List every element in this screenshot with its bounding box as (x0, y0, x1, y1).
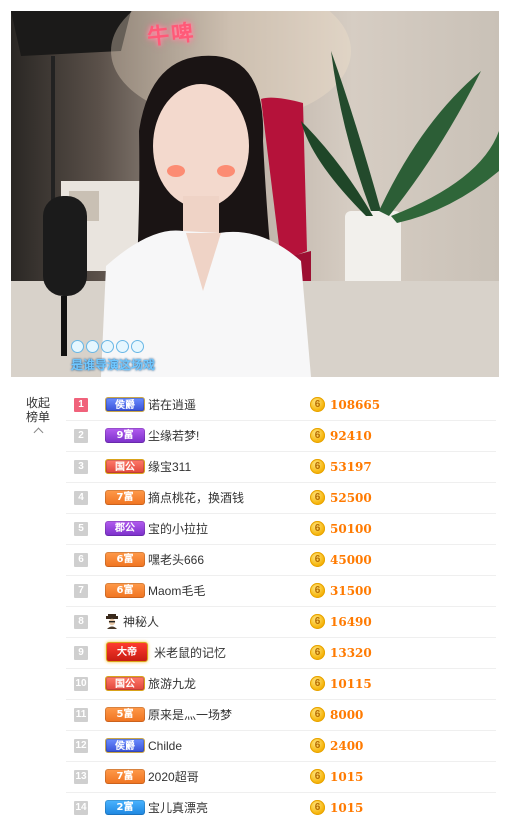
noble-rank-badge: 侯爵 (105, 738, 145, 753)
contribution-amount: 108665 (330, 398, 381, 412)
user-name[interactable]: 缘宝311 (148, 459, 191, 475)
noble-rank-badge: 国公 (105, 676, 145, 691)
user-name[interactable]: 2020超哥 (148, 769, 199, 785)
contribution-amount: 31500 (330, 584, 372, 598)
noble-rank-badge: 9富 (105, 428, 145, 443)
coin-icon: 6 (310, 397, 325, 412)
contribution-amount: 16490 (330, 615, 372, 629)
rank-number: 1 (74, 398, 88, 412)
user-name[interactable]: 米老鼠的记忆 (154, 645, 226, 661)
ranking-row[interactable]: 3 国公 缘宝311 6 53197 (66, 452, 496, 483)
rank-number: 3 (74, 460, 88, 474)
neon-sign: 牛啤 (146, 20, 197, 51)
rank-number: 13 (74, 770, 88, 784)
coin-icon: 6 (310, 769, 325, 784)
contribution-amount: 53197 (330, 460, 372, 474)
contribution-amount: 8000 (330, 708, 364, 722)
badge-dot-icon (86, 340, 99, 353)
contribution-amount: 92410 (330, 429, 372, 443)
stream-scene (11, 11, 499, 377)
user-name[interactable]: Maom毛毛 (148, 583, 205, 599)
rank-number: 7 (74, 584, 88, 598)
ranking-row[interactable]: 10 国公 旅游九龙 6 10115 (66, 669, 496, 700)
coin-icon: 6 (310, 552, 325, 567)
noble-rank-badge: 5富 (105, 707, 145, 722)
coin-icon: 6 (310, 583, 325, 598)
rank-number: 9 (74, 646, 88, 660)
rank-number: 6 (74, 553, 88, 567)
noble-rank-badge: 6富 (105, 552, 145, 567)
ranking-row[interactable]: 2 9富 尘缘若梦! 6 92410 (66, 421, 496, 452)
rank-number: 4 (74, 491, 88, 505)
user-name[interactable]: 旅游九龙 (148, 676, 196, 692)
rank-number: 12 (74, 739, 88, 753)
ranking-row[interactable]: 9 大帝 米老鼠的记忆 6 13320 (66, 638, 496, 669)
contribution-amount: 45000 (330, 553, 372, 567)
user-name[interactable]: 摘点桃花，换酒钱 (148, 490, 244, 506)
rank-number: 11 (74, 708, 88, 722)
user-name[interactable]: 宝儿真漂亮 (148, 800, 208, 816)
chevron-up-icon (33, 427, 43, 438)
rank-number: 5 (74, 522, 88, 536)
badge-dot-icon (71, 340, 84, 353)
stream-video[interactable]: 牛啤 是谁导演这场戏 (11, 11, 499, 377)
ranking-row[interactable]: 1 侯爵 诺在逍遥 6 108665 (66, 390, 496, 421)
mystery-user-icon (106, 614, 118, 629)
ranking-row[interactable]: 4 7富 摘点桃花，换酒钱 6 52500 (66, 483, 496, 514)
contribution-amount: 1015 (330, 770, 364, 784)
user-name[interactable]: 宝的小拉拉 (148, 521, 208, 537)
rank-number: 8 (74, 615, 88, 629)
noble-rank-badge: 侯爵 (105, 397, 145, 412)
ranking-row[interactable]: 11 5富 原来是灬一场梦 6 8000 (66, 700, 496, 731)
coin-icon: 6 (310, 459, 325, 474)
coin-icon: 6 (310, 645, 325, 660)
coin-icon: 6 (310, 707, 325, 722)
user-name[interactable]: 诺在逍遥 (148, 397, 196, 413)
ranking-row[interactable]: 8 神秘人 6 16490 (66, 607, 496, 638)
collapse-label-line1: 收起 (25, 396, 50, 410)
noble-rank-badge: 2富 (105, 800, 145, 815)
noble-rank-badge: 7富 (105, 490, 145, 505)
ranking-row[interactable]: 12 侯爵 Childe 6 2400 (66, 731, 496, 762)
noble-rank-badge: 郡公 (105, 521, 145, 536)
ranking-row[interactable]: 6 6富 嘿老头666 6 45000 (66, 545, 496, 576)
badge-dot-icon (101, 340, 114, 353)
badge-dot-icon (116, 340, 129, 353)
coin-icon: 6 (310, 490, 325, 505)
coin-icon: 6 (310, 800, 325, 815)
contribution-amount: 1015 (330, 801, 364, 815)
video-badge-row (71, 340, 144, 353)
noble-rank-badge: 7富 (105, 769, 145, 784)
user-name[interactable]: 神秘人 (123, 614, 159, 630)
user-name[interactable]: 尘缘若梦! (148, 428, 199, 444)
rank-number: 2 (74, 429, 88, 443)
coin-icon: 6 (310, 614, 325, 629)
ranking-row[interactable]: 5 郡公 宝的小拉拉 6 50100 (66, 514, 496, 545)
user-name[interactable]: 嘿老头666 (148, 552, 204, 568)
coin-icon: 6 (310, 428, 325, 443)
ranking-row[interactable]: 7 6富 Maom毛毛 6 31500 (66, 576, 496, 607)
badge-dot-icon (131, 340, 144, 353)
user-name[interactable]: Childe (148, 738, 182, 754)
video-caption: 是谁导演这场戏 (71, 358, 156, 372)
collapse-label-line2: 榜单 (25, 410, 50, 424)
ranking-row[interactable]: 13 7富 2020超哥 6 1015 (66, 762, 496, 793)
collapse-ranking-button[interactable]: 收起 榜单 (24, 396, 52, 438)
noble-rank-badge: 6富 (105, 583, 145, 598)
contribution-amount: 50100 (330, 522, 372, 536)
rank-number: 14 (74, 801, 88, 815)
contribution-amount: 13320 (330, 646, 372, 660)
noble-rank-badge: 国公 (105, 459, 145, 474)
noble-rank-badge: 大帝 (106, 642, 148, 662)
contribution-amount: 52500 (330, 491, 372, 505)
rank-number: 10 (74, 677, 88, 691)
user-name[interactable]: 原来是灬一场梦 (148, 707, 232, 723)
ranking-list: 1 侯爵 诺在逍遥 6 108665 2 9富 尘缘若梦! 6 92410 3 国公 缘宝311 6 531… (66, 390, 496, 823)
coin-icon: 6 (310, 676, 325, 691)
contribution-amount: 10115 (330, 677, 372, 691)
coin-icon: 6 (310, 738, 325, 753)
contribution-amount: 2400 (330, 739, 364, 753)
coin-icon: 6 (310, 521, 325, 536)
